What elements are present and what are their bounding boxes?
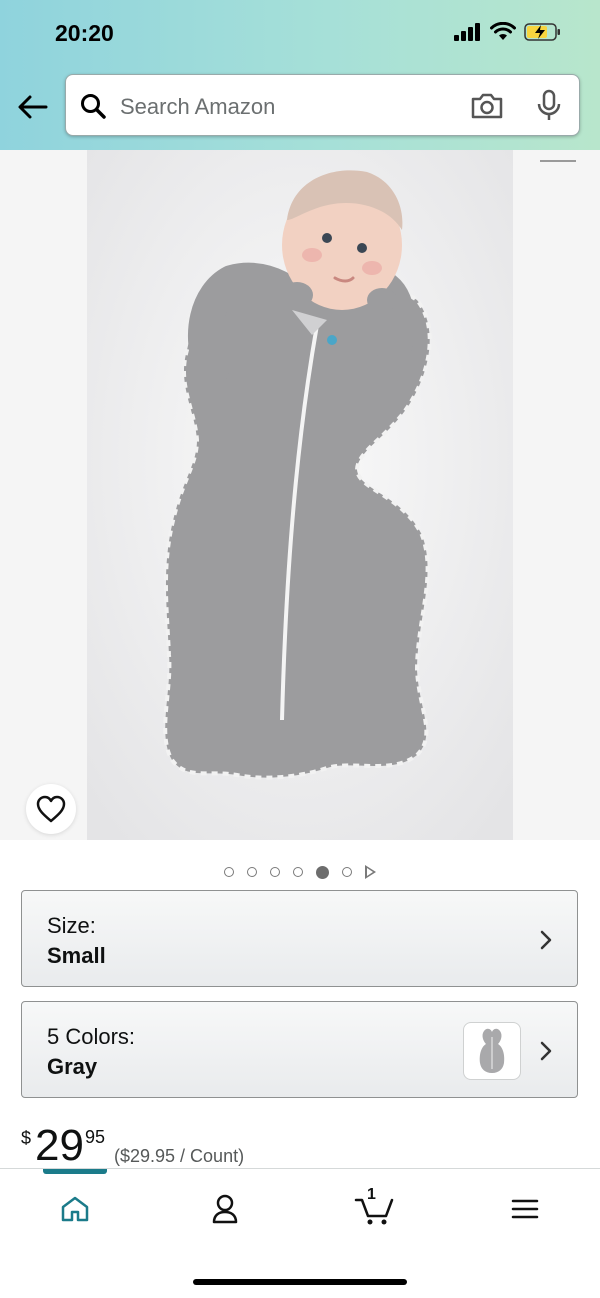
swaddle-thumbnail: [479, 1028, 505, 1073]
price-fraction: 95: [85, 1127, 106, 1147]
size-value: Small: [47, 943, 106, 968]
cart-count: 1: [367, 1186, 376, 1203]
color-label: 5 Colors:: [47, 1024, 136, 1049]
status-icons: [454, 22, 562, 42]
size-selector[interactable]: Size: Small: [21, 890, 578, 987]
price-currency: $: [21, 1128, 32, 1148]
hamburger-menu-icon: [511, 1199, 539, 1219]
swaddle-sack-illustration: [87, 150, 513, 840]
person-icon: [212, 1194, 238, 1224]
product-image[interactable]: [87, 150, 513, 840]
video-play-icon[interactable]: [365, 865, 376, 879]
page-dot[interactable]: [247, 867, 257, 877]
nav-cart[interactable]: 1: [345, 1186, 405, 1229]
chevron-right-icon: [540, 1041, 552, 1061]
page-dot-active[interactable]: [316, 865, 329, 879]
page-dot[interactable]: [342, 867, 352, 877]
microphone-icon[interactable]: [536, 89, 562, 123]
battery-charging-icon: [524, 23, 560, 41]
nav-menu[interactable]: [495, 1189, 555, 1229]
image-pagination[interactable]: [0, 862, 600, 882]
wifi-icon: [490, 22, 516, 40]
signal-icon: [454, 23, 480, 41]
active-tab-indicator: [43, 1169, 107, 1174]
nav-account[interactable]: [195, 1189, 255, 1229]
color-selector[interactable]: 5 Colors: Gray: [21, 1001, 578, 1098]
color-value: Gray: [47, 1054, 98, 1079]
heart-icon: [36, 795, 66, 823]
nav-home[interactable]: [45, 1189, 105, 1229]
product-image-carousel[interactable]: [0, 150, 600, 840]
price-whole: 29: [35, 1121, 84, 1170]
share-icon[interactable]: [540, 150, 576, 162]
add-to-list-button[interactable]: [26, 784, 76, 834]
camera-icon[interactable]: [470, 92, 504, 120]
size-label: Size:: [47, 913, 96, 938]
search-icon: [81, 94, 106, 119]
chevron-right-icon: [540, 930, 552, 950]
price-per-unit: ($29.95 / Count): [114, 1146, 245, 1166]
search-input[interactable]: Search Amazon: [120, 94, 275, 120]
color-swatch-thumbnail[interactable]: [463, 1022, 521, 1080]
header-bar: 20:20 Search Amazon: [0, 0, 600, 150]
page-dot[interactable]: [270, 867, 280, 877]
page-dot[interactable]: [224, 867, 234, 877]
page-dot[interactable]: [293, 867, 303, 877]
search-bar[interactable]: Search Amazon: [65, 74, 580, 136]
home-indicator: [193, 1279, 407, 1285]
home-icon: [61, 1196, 89, 1222]
back-arrow-icon[interactable]: [16, 92, 50, 122]
status-time: 20:20: [55, 20, 114, 46]
